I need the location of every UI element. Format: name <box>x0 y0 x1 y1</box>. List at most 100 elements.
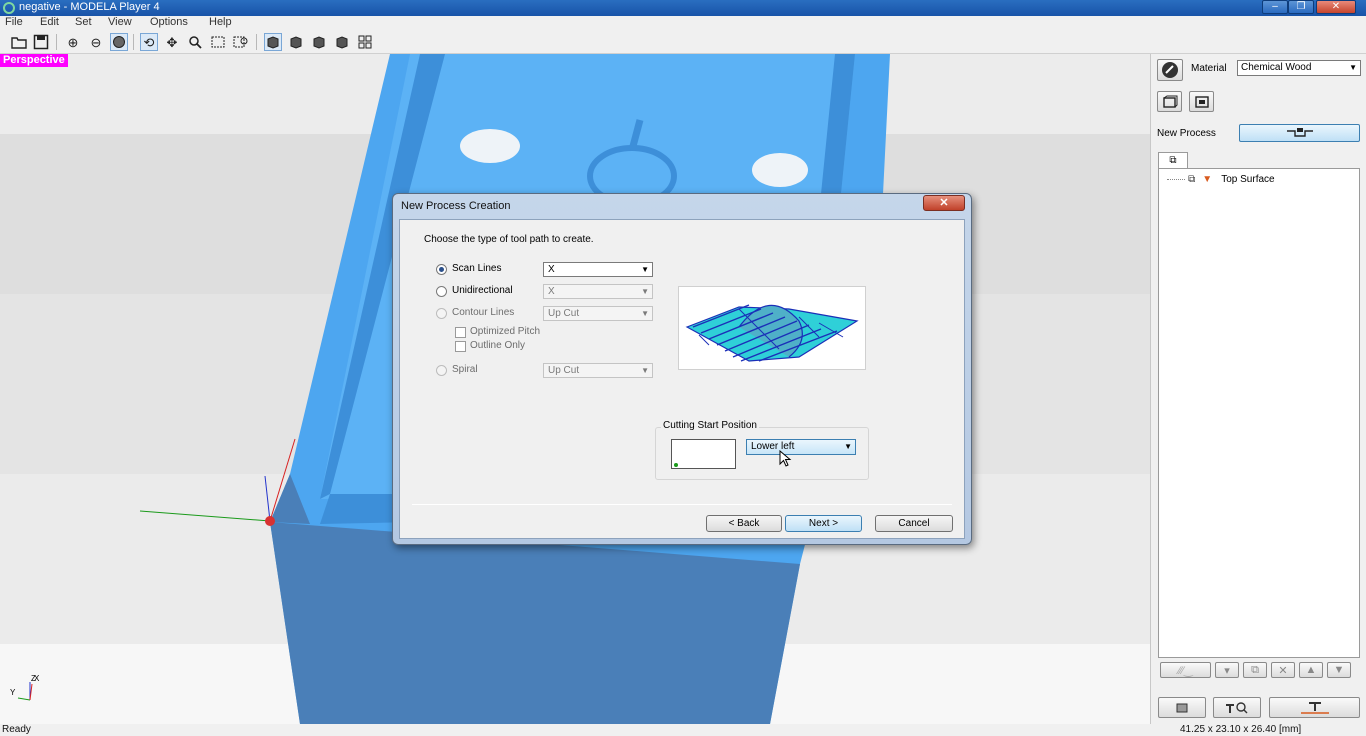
move-down-icon[interactable]: ▼ <box>1327 662 1351 678</box>
new-process-label: New Process <box>1157 128 1216 139</box>
maximize-button[interactable]: ❐ <box>1288 0 1314 14</box>
optimized-pitch-checkbox[interactable] <box>455 327 466 338</box>
unidirectional-label: Unidirectional <box>452 285 513 296</box>
view-front-icon[interactable] <box>264 33 282 51</box>
cut-button[interactable] <box>1269 697 1360 718</box>
dialog-close-button[interactable]: ✕ <box>923 195 965 211</box>
sphere-icon[interactable]: ⊖ <box>87 33 105 51</box>
shaded-sphere-icon[interactable] <box>110 33 128 51</box>
axis-y-label: Y <box>10 688 16 697</box>
menu-file[interactable]: File <box>5 16 23 28</box>
spiral-label: Spiral <box>452 364 478 375</box>
material-select[interactable]: Chemical Wood ▼ <box>1237 60 1361 76</box>
scan-lines-direction-select[interactable]: X ▼ <box>543 262 653 277</box>
spiral-cut-value: Up Cut <box>548 365 580 376</box>
contour-lines-cut-select[interactable]: Up Cut ▼ <box>543 306 653 321</box>
perspective-label: Perspective <box>0 54 68 67</box>
menu-set[interactable]: Set <box>75 16 92 28</box>
view-iso-icon[interactable] <box>333 33 351 51</box>
open-folder-icon[interactable] <box>10 33 28 51</box>
edit-process-icon[interactable]: ▾ <box>1215 662 1239 678</box>
chevron-down-icon: ▼ <box>844 442 852 451</box>
start-position-diagram <box>671 439 736 469</box>
tree-item-label: Top Surface <box>1221 174 1275 185</box>
preview-cut-icon[interactable] <box>1158 697 1206 718</box>
material-icon[interactable] <box>1157 59 1183 81</box>
modela-player-window: negative - MODELA Player 4 – ❐ ✕ File Ed… <box>0 0 1366 736</box>
spiral-cut-select[interactable]: Up Cut ▼ <box>543 363 653 378</box>
model-orientation-icon[interactable] <box>1189 91 1214 112</box>
chevron-down-icon: ▼ <box>641 265 649 274</box>
contour-lines-label: Contour Lines <box>452 307 515 318</box>
delete-process-icon[interactable]: ✕ <box>1271 662 1295 678</box>
minimize-button[interactable]: – <box>1262 0 1288 14</box>
zoom-icon[interactable] <box>186 33 204 51</box>
scan-lines-direction-value: X <box>548 264 555 275</box>
move-up-icon[interactable]: ▲ <box>1299 662 1323 678</box>
tree-item-top-surface[interactable]: ⧉ ▼ Top Surface <box>1167 173 1275 187</box>
cancel-button[interactable]: Cancel <box>875 515 953 532</box>
app-icon <box>3 2 15 14</box>
cutting-start-title: Cutting Start Position <box>661 420 759 431</box>
scan-lines-radio[interactable] <box>436 264 447 275</box>
zoom-area-icon[interactable] <box>232 33 250 51</box>
view-side-icon[interactable] <box>310 33 328 51</box>
tree-tab-icon[interactable]: ⧉ <box>1158 152 1188 169</box>
optimized-pitch-label: Optimized Pitch <box>470 326 541 337</box>
start-point-marker <box>674 463 678 467</box>
model-dimensions: 41.25 x 23.10 x 26.40 [mm] <box>1180 724 1302 735</box>
dialog-title: New Process Creation <box>401 200 511 212</box>
next-button[interactable]: Next > <box>785 515 862 532</box>
menu-help[interactable]: Help <box>209 16 232 28</box>
axis-x-label: X <box>34 674 40 683</box>
outline-only-label: Outline Only <box>470 340 526 351</box>
process-tree[interactable]: ⧉ ▼ Top Surface <box>1158 168 1360 658</box>
title-bar: negative - MODELA Player 4 – ❐ ✕ <box>0 0 1366 16</box>
contour-lines-radio[interactable] <box>436 308 447 319</box>
save-icon[interactable] <box>32 33 50 51</box>
material-label: Material <box>1191 63 1227 74</box>
close-button[interactable]: ✕ <box>1316 0 1356 14</box>
contour-lines-cut-value: Up Cut <box>548 308 580 319</box>
chevron-down-icon: ▼ <box>641 366 649 375</box>
unidirectional-direction-select[interactable]: X ▼ <box>543 284 653 299</box>
menu-view[interactable]: View <box>108 16 132 28</box>
window-title: negative - MODELA Player 4 <box>19 1 160 13</box>
tree-line <box>1167 178 1185 180</box>
chevron-down-icon: ▼ <box>1349 63 1357 72</box>
instruction-text: Choose the type of tool path to create. <box>424 234 594 245</box>
mouse-cursor-icon <box>779 450 792 467</box>
fit-icon[interactable] <box>209 33 227 51</box>
cutting-start-group: Cutting Start Position Lower left ▼ <box>655 420 869 480</box>
material-value: Chemical Wood <box>1241 62 1312 73</box>
pan-icon[interactable]: ✥ <box>163 33 181 51</box>
dialog-body: Choose the type of tool path to create. … <box>399 219 965 539</box>
tool-path-icon[interactable]: ∕∕∕‿ <box>1160 662 1211 678</box>
copy-process-icon[interactable]: ⧉ <box>1243 662 1267 678</box>
back-button[interactable]: < Back <box>706 515 782 532</box>
cutting-start-select[interactable]: Lower left ▼ <box>746 439 856 455</box>
spiral-radio[interactable] <box>436 365 447 376</box>
toolbar: ⊕ ⊖ ⟲ ✥ <box>0 30 1366 54</box>
tool-icon: ▼ <box>1202 174 1213 185</box>
unidirectional-radio[interactable] <box>436 286 447 297</box>
status-bar: Ready 41.25 x 23.10 x 26.40 [mm] <box>0 724 1366 736</box>
status-text: Ready <box>2 724 31 735</box>
menu-edit[interactable]: Edit <box>40 16 59 28</box>
rotate-icon[interactable]: ⟲ <box>140 33 158 51</box>
chevron-down-icon: ▼ <box>641 287 649 296</box>
cut-preview-zoom-icon[interactable] <box>1213 697 1261 718</box>
multi-view-icon[interactable] <box>356 33 374 51</box>
tool-path-preview-image <box>678 286 866 370</box>
button-separator <box>412 504 952 505</box>
process-panel: Material Chemical Wood ▼ New Process ⧉ ⧉… <box>1150 54 1366 724</box>
globe-icon[interactable]: ⊕ <box>64 33 82 51</box>
chevron-down-icon: ▼ <box>641 309 649 318</box>
menu-bar: File Edit Set View Options Help <box>0 16 1366 30</box>
outline-only-checkbox[interactable] <box>455 341 466 352</box>
new-process-dialog: New Process Creation ✕ Choose the type o… <box>392 193 972 545</box>
model-size-icon[interactable] <box>1157 91 1182 112</box>
view-top-icon[interactable] <box>287 33 305 51</box>
new-process-button[interactable] <box>1239 124 1360 142</box>
menu-options[interactable]: Options <box>150 16 188 28</box>
